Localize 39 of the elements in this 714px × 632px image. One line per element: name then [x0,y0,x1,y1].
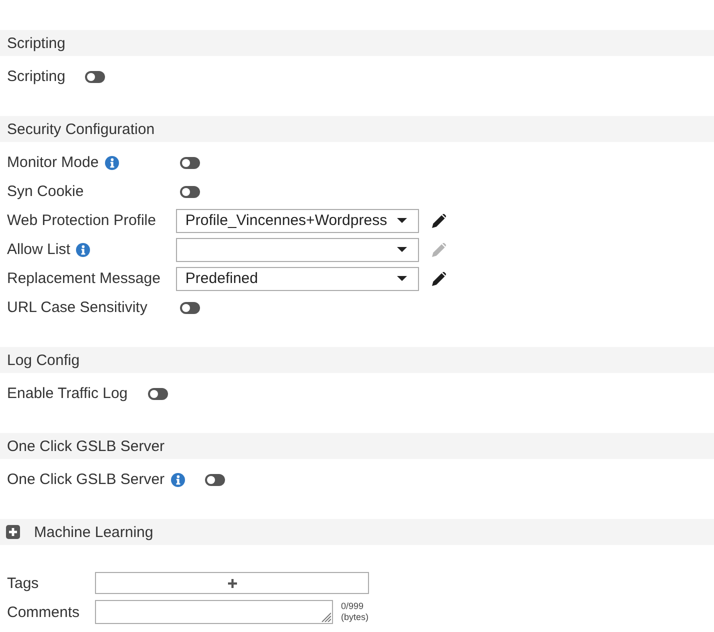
pencil-icon[interactable] [432,214,446,228]
toggle-switch[interactable] [204,474,225,486]
info-icon[interactable] [104,156,119,170]
section-title: Log Config [7,352,80,368]
info-icon[interactable] [76,242,90,256]
field-label: Comments [7,604,80,620]
caret-icon [397,247,408,252]
field-label: Monitor Mode [7,154,99,171]
toggle-switch[interactable] [148,388,168,400]
field-label: Syn Cookie [7,183,84,200]
dropdown[interactable]: Predefined [176,266,420,290]
tags-field[interactable] [95,572,369,594]
toggle-switch[interactable] [180,156,200,168]
section-title: One Click GSLB Server [7,438,165,454]
dropdown[interactable]: Profile_Vincennes+Wordpress [176,208,420,232]
field-label: Allow List [7,241,70,258]
section-title: Security Configuration [7,120,155,138]
comments-field[interactable] [95,600,333,624]
toggle-switch[interactable] [85,70,106,82]
field-label: Tags [7,574,39,592]
field-label: Web Protection Profile [7,212,156,229]
field-label: Enable Traffic Log [7,385,128,402]
caret-icon [397,218,408,223]
section-title: Machine Learning [34,524,154,540]
field-label: URL Case Sensitivity [7,299,148,316]
pencil-icon[interactable] [432,272,446,286]
character-counter: 0/999 [341,601,365,612]
field-label: Replacement Message [7,270,160,287]
field-label: Scripting [7,68,66,85]
counter-unit: (bytes) [341,612,369,623]
resize-grip-icon[interactable] [321,612,331,622]
plus-icon[interactable] [6,525,20,539]
field-label: One Click GSLB Server [7,471,165,488]
toggle-switch[interactable] [180,186,200,198]
caret-icon [397,276,408,281]
section-title: Scripting [7,34,66,52]
plus-icon[interactable] [228,578,236,588]
info-icon[interactable] [170,472,185,486]
toggle-switch[interactable] [180,302,200,314]
